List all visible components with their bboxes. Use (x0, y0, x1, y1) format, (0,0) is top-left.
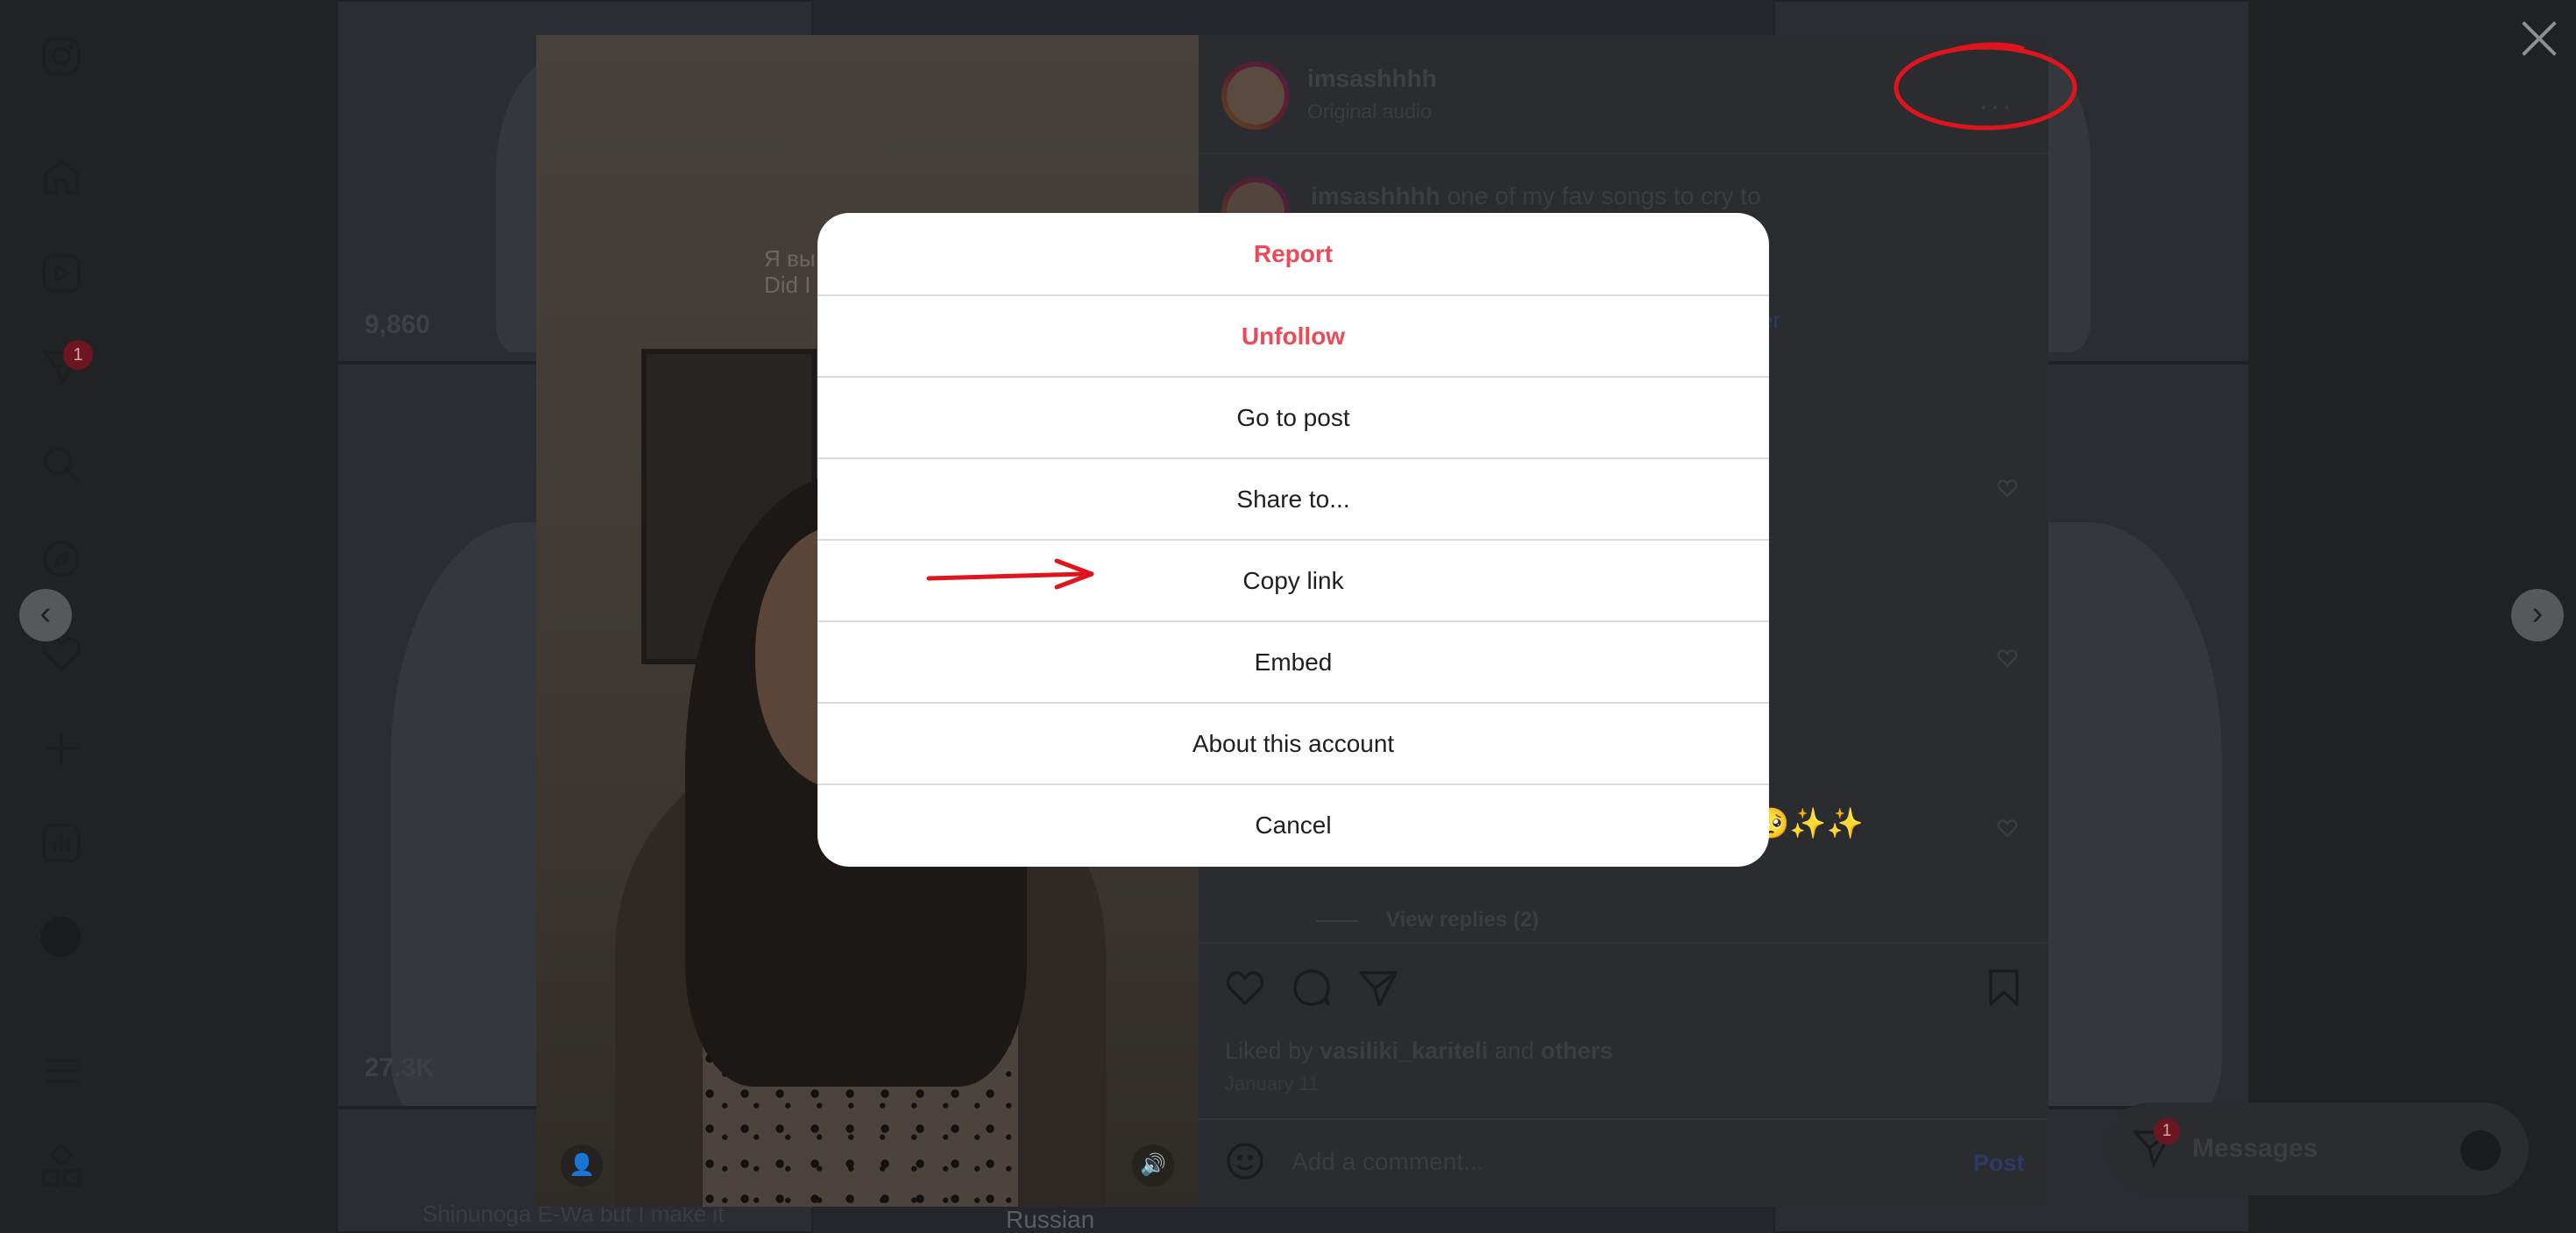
comment-input[interactable]: Add a comment... (1292, 1148, 1483, 1176)
share-icon[interactable] (1356, 966, 1400, 1010)
also-from-meta-icon[interactable] (39, 1143, 84, 1190)
audio-label[interactable]: Original audio (1307, 100, 1432, 124)
view-replies-link[interactable]: View replies (2) (1386, 908, 1539, 932)
messages-label: Messages (2192, 1134, 2318, 1163)
chevron-right-icon[interactable]: › (2511, 589, 2564, 641)
about-this-account-button[interactable]: About this account (817, 702, 1769, 783)
liked-others-link[interactable]: others (1540, 1038, 1613, 1064)
profile-avatar-icon[interactable] (40, 917, 81, 957)
search-icon[interactable] (39, 442, 84, 487)
replies-divider (1316, 920, 1358, 922)
emoji-picker-icon[interactable] (1225, 1141, 1265, 1181)
comment-like-icon[interactable] (1996, 817, 2019, 840)
caption-text: one of my fav songs to cry to (1447, 182, 1761, 209)
post-header: imsashhhh Original audio ··· (1199, 35, 2049, 154)
post-username[interactable]: imsashhhh (1307, 65, 1437, 93)
comment-icon[interactable] (1290, 966, 1334, 1010)
divider (1199, 1118, 2049, 1120)
subtitle-line: Did I (764, 272, 811, 298)
copy-link-button[interactable]: Copy link (817, 539, 1769, 620)
report-button[interactable]: Report (817, 213, 1769, 294)
liked-user-link[interactable]: vasiliki_kariteli (1320, 1038, 1488, 1064)
explore-icon[interactable] (39, 536, 84, 582)
close-icon[interactable] (2520, 19, 2558, 58)
avatar (2460, 1130, 2501, 1171)
reels-icon[interactable] (39, 251, 84, 296)
create-icon[interactable] (39, 726, 84, 771)
post-date[interactable]: January 11 (1225, 1073, 1319, 1095)
caption-username[interactable]: imsashhhh (1311, 182, 1440, 209)
unfollow-button[interactable]: Unfollow (817, 294, 1769, 376)
liked-prefix: Liked by (1225, 1038, 1313, 1064)
avatar[interactable] (1221, 61, 1290, 130)
post-comment-button[interactable]: Post (1973, 1150, 2025, 1177)
comment-emoji: 🥺✨✨ (1752, 807, 1865, 840)
subtitle-line: Я вы (764, 245, 816, 272)
tagged-user-icon[interactable]: 👤 (561, 1144, 603, 1187)
chevron-left-icon[interactable]: ‹ (19, 589, 72, 641)
embed-button[interactable]: Embed (817, 620, 1769, 702)
video-subtitle: Я вы Did I (764, 245, 816, 298)
divider (1199, 942, 2049, 944)
comment-like-icon[interactable] (1996, 477, 2019, 500)
cancel-button[interactable]: Cancel (817, 783, 1769, 865)
liked-and: and (1494, 1038, 1534, 1064)
save-icon[interactable] (1982, 966, 2026, 1010)
go-to-post-button[interactable]: Go to post (817, 376, 1769, 457)
messages-badge: 1 (2154, 1118, 2180, 1144)
tile-caption: Russian (1006, 1206, 1095, 1233)
like-icon[interactable] (1223, 966, 1267, 1010)
share-to-button[interactable]: Share to... (817, 457, 1769, 539)
instagram-logo-icon[interactable] (39, 33, 84, 79)
more-options-button[interactable]: ··· (1978, 89, 2013, 124)
tile-view-count: 27.3K (364, 1053, 435, 1082)
volume-icon[interactable]: 🔊 (1132, 1144, 1174, 1187)
tile-view-count: 9,860 (364, 310, 431, 339)
dashboard-icon[interactable] (39, 820, 84, 866)
comment-like-icon[interactable] (1996, 647, 2019, 670)
messages-button[interactable]: 1 Messages (2105, 1102, 2529, 1195)
more-menu-icon[interactable] (39, 1048, 84, 1094)
messenger-badge: 1 (63, 340, 93, 370)
post-options-dialog: Report Unfollow Go to post Share to... C… (817, 213, 1769, 867)
caption: imsashhhh one of my fav songs to cry to (1311, 182, 1761, 210)
liked-by: Liked by vasiliki_kariteli and others (1225, 1038, 1613, 1065)
home-icon[interactable] (39, 154, 84, 200)
